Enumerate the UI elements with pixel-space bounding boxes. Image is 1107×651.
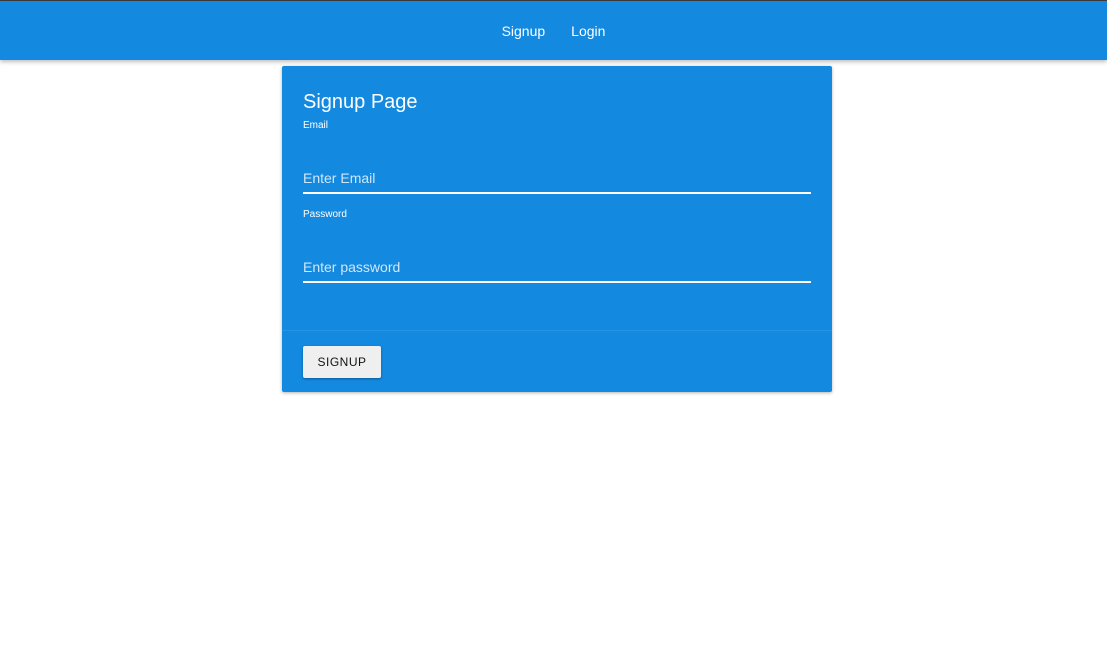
nav-link-login[interactable]: Login bbox=[571, 21, 605, 41]
email-label: Email bbox=[303, 120, 329, 131]
nav-link-signup[interactable]: Signup bbox=[502, 21, 546, 41]
page-title: Signup Page bbox=[303, 91, 418, 113]
password-field[interactable] bbox=[303, 253, 811, 283]
card-actions-divider bbox=[282, 330, 832, 331]
signup-button[interactable]: SIGNUP bbox=[303, 346, 381, 378]
top-navbar: Signup Login bbox=[0, 0, 1107, 60]
password-label: Password bbox=[303, 209, 347, 220]
signup-card: Signup Page Email Password SIGNUP bbox=[282, 66, 832, 392]
email-field[interactable] bbox=[303, 164, 811, 194]
